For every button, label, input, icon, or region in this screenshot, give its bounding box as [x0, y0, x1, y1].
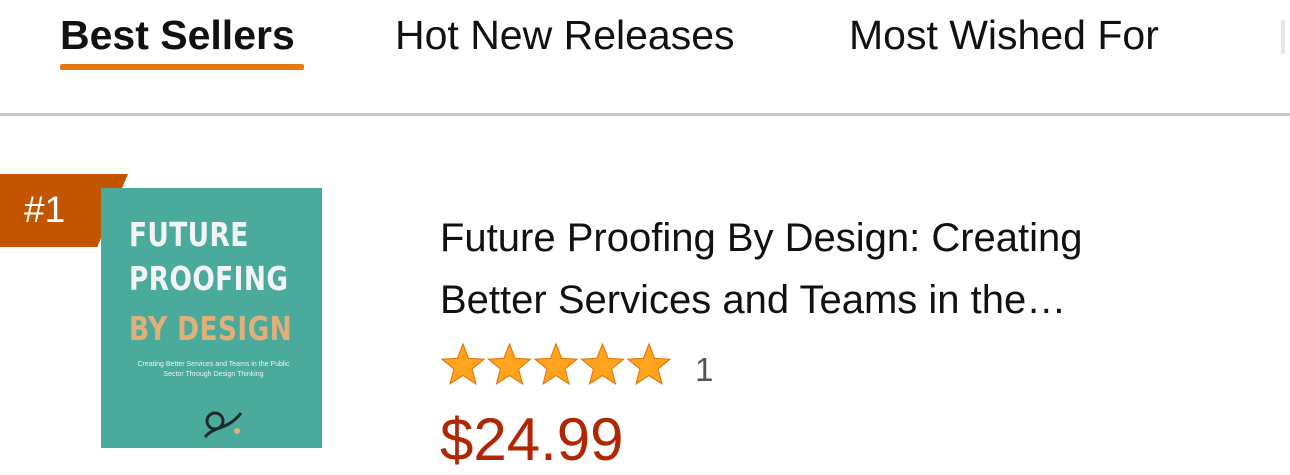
active-tab-indicator: [60, 64, 304, 70]
tab-most-wished-for[interactable]: Most Wished For: [849, 10, 1159, 60]
cover-subtitle: Creating Better Services and Teams in th…: [137, 361, 290, 378]
product-title-line-1: Future Proofing By Design: Creating: [440, 216, 1083, 260]
star-rating[interactable]: [440, 342, 680, 388]
tabs-divider: [0, 113, 1290, 116]
tab-hot-new-releases[interactable]: Hot New Releases: [395, 10, 735, 60]
tab-best-sellers[interactable]: Best Sellers: [60, 10, 295, 60]
cover-title-line-3: BY DESIGN: [129, 309, 293, 348]
category-tabs: Best Sellers Hot New Releases Most Wishe…: [0, 0, 1290, 114]
product-cover-image[interactable]: FUTURE PROOFING BY DESIGN Creating Bette…: [101, 188, 322, 448]
star-icon: [533, 342, 579, 386]
star-icon: [440, 342, 486, 386]
cover-illustration: [203, 411, 243, 439]
review-count-link[interactable]: 1: [695, 350, 713, 390]
cover-title-line-1: FUTURE: [129, 215, 249, 254]
product-price: $24.99: [440, 406, 624, 473]
cover-title-line-2: PROOFING: [129, 259, 289, 298]
star-icon: [580, 342, 625, 386]
product-title-link[interactable]: Future Proofing By Design: Creating Bett…: [440, 207, 1220, 331]
star-icon: [626, 342, 672, 386]
rank-label: #1: [24, 189, 66, 230]
star-icon: [487, 342, 532, 386]
tab-next-partial[interactable]: [1274, 20, 1290, 56]
product-title-line-2: Better Services and Teams in the…: [440, 278, 1067, 322]
